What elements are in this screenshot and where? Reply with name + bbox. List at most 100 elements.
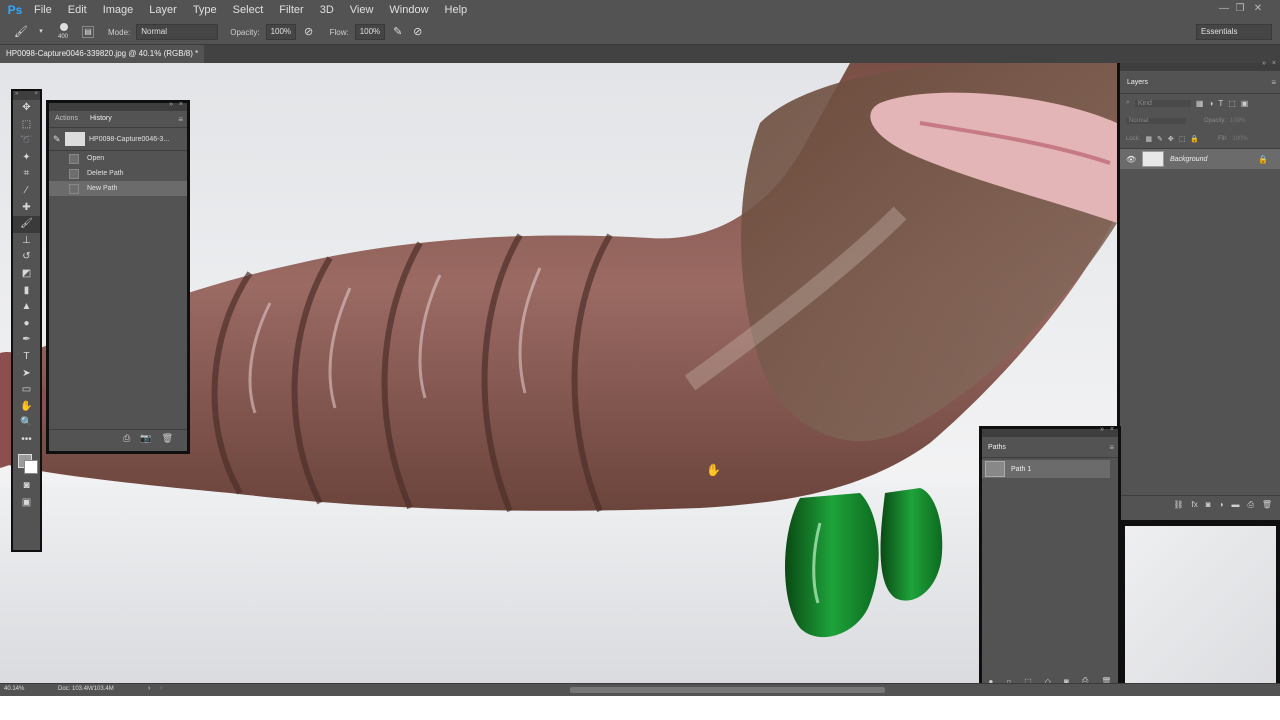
brush-tool-icon[interactable]: 🖌 xyxy=(14,25,28,39)
trash-icon[interactable]: 🗑 xyxy=(162,433,173,444)
zoom-level[interactable]: 40.14% xyxy=(4,686,24,692)
blur-tool-icon[interactable]: ▲ xyxy=(13,299,40,316)
dodge-tool-icon[interactable]: ● xyxy=(13,316,40,333)
tab-history[interactable]: History xyxy=(83,111,118,127)
fill-value[interactable]: 100% xyxy=(1232,136,1247,142)
menu-file[interactable]: File xyxy=(26,4,60,16)
filter-adjustment-icon[interactable]: ◑ xyxy=(1208,99,1213,108)
tab-layers[interactable]: Layers xyxy=(1120,79,1155,86)
brush-panel-toggle-icon[interactable]: ▤ xyxy=(82,26,94,38)
workspace-select[interactable]: Essentials xyxy=(1196,24,1272,40)
history-state-selected[interactable]: New Path xyxy=(49,181,187,196)
eye-icon[interactable]: 👁 xyxy=(1126,155,1138,164)
filter-smart-object-icon[interactable]: ▣ xyxy=(1241,99,1249,108)
brush-tool-icon[interactable]: 🖌 xyxy=(13,216,40,233)
horizontal-scrollbar[interactable] xyxy=(570,687,885,693)
menu-type[interactable]: Type xyxy=(185,4,225,16)
panel-menu-icon[interactable]: ≡ xyxy=(1109,443,1114,452)
layers-panel-header[interactable]: » × xyxy=(1120,60,1280,71)
layer-style-icon[interactable]: fx xyxy=(1192,500,1198,509)
navigator-thumbnail[interactable] xyxy=(1125,526,1276,683)
screen-mode-icon[interactable]: ▣ xyxy=(13,495,40,512)
history-state[interactable]: Delete Path xyxy=(49,166,187,181)
eyedropper-tool-icon[interactable]: ⁄ xyxy=(13,183,40,200)
chevron-down-icon[interactable]: ▾ xyxy=(34,25,48,39)
close-icon[interactable]: ✕ xyxy=(1252,3,1264,15)
pressure-opacity-icon[interactable]: ⊘ xyxy=(302,25,316,39)
collapse-icon[interactable]: » xyxy=(15,91,18,100)
opacity-input[interactable]: 100% xyxy=(265,24,296,40)
filter-pixel-icon[interactable]: ▦ xyxy=(1196,99,1204,108)
menu-help[interactable]: Help xyxy=(437,4,476,16)
kind-filter-select[interactable]: Kind xyxy=(1134,99,1191,107)
restore-icon[interactable]: ❐ xyxy=(1234,3,1246,15)
move-tool-icon[interactable]: ✥ xyxy=(13,100,40,117)
document-tab[interactable]: HP0098-Capture0046-339820.jpg @ 40.1% (R… xyxy=(0,45,205,63)
lock-pixels-icon[interactable]: ✎ xyxy=(1157,135,1163,143)
layer-row[interactable]: 👁 Background 🔒 xyxy=(1120,149,1280,169)
tab-actions[interactable]: Actions xyxy=(49,111,84,127)
filter-type-icon[interactable]: T xyxy=(1218,99,1223,108)
collapse-icon[interactable]: » xyxy=(1262,60,1266,67)
menu-select[interactable]: Select xyxy=(225,4,272,16)
filter-shape-icon[interactable]: ⬚ xyxy=(1228,99,1236,108)
new-group-icon[interactable]: ▬ xyxy=(1231,500,1239,509)
link-layers-icon[interactable]: ⛓ xyxy=(1173,500,1183,509)
new-layer-icon[interactable]: ⎙ xyxy=(1247,500,1253,510)
history-state[interactable]: Open xyxy=(49,151,187,166)
close-icon[interactable]: × xyxy=(34,91,38,100)
menu-3d[interactable]: 3D xyxy=(312,4,342,16)
close-icon[interactable]: × xyxy=(1272,60,1276,67)
lock-artboard-icon[interactable]: ⬚ xyxy=(1179,135,1186,143)
close-icon[interactable]: × xyxy=(179,101,183,108)
mode-select[interactable]: Normal xyxy=(136,24,219,40)
pressure-size-icon[interactable]: ⊘ xyxy=(411,25,425,39)
rectangle-tool-icon[interactable]: ▭ xyxy=(13,382,40,399)
history-brush-source-icon[interactable]: ✎ xyxy=(53,134,63,145)
layer-mask-icon[interactable]: ◙ xyxy=(1206,500,1211,509)
brush-preset-picker[interactable]: 400 xyxy=(54,21,76,43)
zoom-tool-icon[interactable]: 🔍 xyxy=(13,415,40,432)
history-snapshot[interactable]: ✎ HP0098-Capture0046-3... xyxy=(49,128,187,151)
healing-brush-tool-icon[interactable]: ✚ xyxy=(13,200,40,217)
tools-panel-header[interactable]: » × xyxy=(13,91,40,100)
history-panel-header[interactable]: » × xyxy=(49,101,187,111)
marquee-tool-icon[interactable]: ⬚ xyxy=(13,117,40,134)
flow-input[interactable]: 100% xyxy=(354,24,385,40)
lasso-tool-icon[interactable]: ➰ xyxy=(13,133,40,150)
adjustment-layer-icon[interactable]: ◑ xyxy=(1219,500,1224,509)
paths-panel-header[interactable]: » × xyxy=(982,426,1118,437)
lock-transparency-icon[interactable]: ▦ xyxy=(1145,135,1152,143)
menu-edit[interactable]: Edit xyxy=(60,4,95,16)
collapse-icon[interactable]: » xyxy=(1100,426,1104,433)
hand-tool-icon[interactable]: ✋ xyxy=(13,399,40,416)
background-color-swatch[interactable] xyxy=(24,460,38,475)
quick-mask-icon[interactable]: ◙ xyxy=(13,478,40,495)
blend-mode-select[interactable]: Normal xyxy=(1126,118,1186,124)
collapse-icon[interactable]: » xyxy=(169,101,173,108)
tab-paths[interactable]: Paths xyxy=(982,444,1012,451)
scroll-left-icon[interactable]: ‹ xyxy=(160,685,162,692)
eraser-tool-icon[interactable]: ◩ xyxy=(13,266,40,283)
path-row[interactable]: Path 1 xyxy=(982,460,1110,478)
more-tools-icon[interactable]: ••• xyxy=(13,432,40,449)
close-icon[interactable]: × xyxy=(1110,426,1114,433)
menu-layer[interactable]: Layer xyxy=(141,4,185,16)
panel-menu-icon[interactable]: ≡ xyxy=(1271,78,1276,87)
path-selection-tool-icon[interactable]: ➤ xyxy=(13,366,40,383)
minimize-icon[interactable]: — xyxy=(1218,3,1230,15)
color-swatches[interactable] xyxy=(13,448,40,478)
crop-tool-icon[interactable]: ⌗ xyxy=(13,166,40,183)
history-brush-tool-icon[interactable]: ↺ xyxy=(13,249,40,266)
new-document-from-state-icon[interactable]: ⎙ xyxy=(123,433,130,444)
type-tool-icon[interactable]: T xyxy=(13,349,40,366)
menu-view[interactable]: View xyxy=(342,4,382,16)
chevron-right-icon[interactable]: › xyxy=(148,685,150,692)
pen-tool-icon[interactable]: ✒ xyxy=(13,332,40,349)
panel-menu-icon[interactable]: ≡ xyxy=(178,115,183,124)
menu-image[interactable]: Image xyxy=(95,4,142,16)
menu-filter[interactable]: Filter xyxy=(271,4,311,16)
gradient-tool-icon[interactable]: ▮ xyxy=(13,283,40,300)
clone-stamp-tool-icon[interactable]: ⊥ xyxy=(13,233,40,250)
camera-icon[interactable]: 📷 xyxy=(140,433,151,444)
